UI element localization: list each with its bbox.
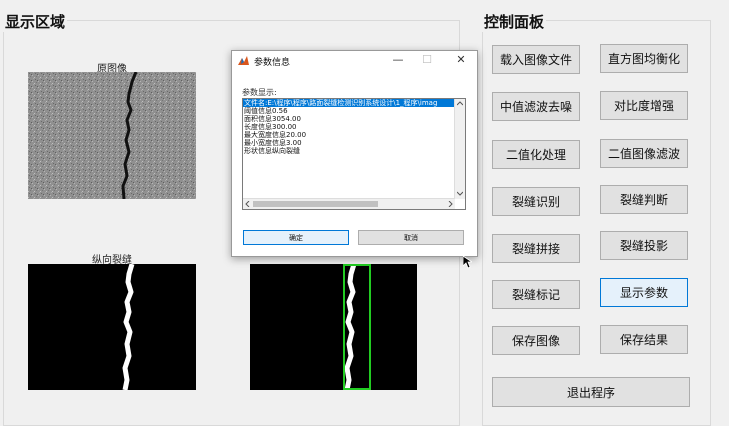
vertical-scrollbar[interactable] xyxy=(454,99,465,199)
save-result-button[interactable]: 保存结果 xyxy=(600,325,688,354)
mouse-cursor-icon xyxy=(463,256,472,269)
binarize-button[interactable]: 二值化处理 xyxy=(492,140,580,169)
dialog-title: 参数信息 xyxy=(254,58,291,68)
list-item[interactable]: 最大宽度信息20.00 xyxy=(243,131,465,139)
exit-button[interactable]: 退出程序 xyxy=(492,377,690,407)
minimize-icon[interactable]: — xyxy=(388,53,408,69)
original-image xyxy=(28,72,196,199)
matlab-icon xyxy=(238,56,249,65)
histogram-equalization-button[interactable]: 直方图均衡化 xyxy=(600,44,688,73)
scroll-down-icon[interactable] xyxy=(457,191,463,196)
crack-stitch-button[interactable]: 裂缝拼接 xyxy=(492,234,580,263)
crack-judge-button[interactable]: 裂缝判断 xyxy=(600,185,688,214)
scroll-up-icon[interactable] xyxy=(457,101,463,106)
cancel-button[interactable]: 取消 xyxy=(358,230,464,245)
marked-crack-image xyxy=(250,264,417,390)
horizontal-scrollbar[interactable] xyxy=(243,198,455,209)
list-item[interactable]: 形状信息纵向裂缝 xyxy=(243,147,465,155)
list-item[interactable]: 面积信息3054.00 xyxy=(243,115,465,123)
params-listbox[interactable]: 文件名:E:\程序\程序\路面裂缝检测识别系统设计\1_程序\imag 阈值信息… xyxy=(242,98,466,210)
ok-button[interactable]: 确定 xyxy=(243,230,349,245)
longitudinal-crack-image xyxy=(28,264,196,390)
control-panel-frame xyxy=(482,20,711,426)
display-area-title: 显示区域 xyxy=(3,11,68,32)
list-item[interactable]: 阈值信息0.56 xyxy=(243,107,465,115)
crack-mark-button[interactable]: 裂缝标记 xyxy=(492,280,580,309)
scroll-left-icon[interactable] xyxy=(245,201,250,207)
close-icon[interactable]: ✕ xyxy=(451,53,471,69)
dialog-titlebar[interactable]: 参数信息 — ☐ ✕ xyxy=(232,51,477,73)
median-filter-button[interactable]: 中值滤波去噪 xyxy=(492,92,580,121)
maximize-icon[interactable]: ☐ xyxy=(417,53,437,69)
params-label: 参数显示: xyxy=(242,88,277,97)
show-params-button[interactable]: 显示参数 xyxy=(600,278,688,307)
crack-projection-button[interactable]: 裂缝投影 xyxy=(600,231,688,260)
list-item[interactable]: 最小宽度信息3.00 xyxy=(243,139,465,147)
list-item[interactable]: 文件名:E:\程序\程序\路面裂缝检测识别系统设计\1_程序\imag xyxy=(243,99,465,107)
param-dialog: 参数信息 — ☐ ✕ 参数显示: 文件名:E:\程序\程序\路面裂缝检测识别系统… xyxy=(231,50,478,257)
list-item[interactable]: 长度信息300.00 xyxy=(243,123,465,131)
binary-filter-button[interactable]: 二值图像滤波 xyxy=(600,139,688,168)
control-panel-title: 控制面板 xyxy=(482,11,547,32)
load-image-button[interactable]: 载入图像文件 xyxy=(492,45,580,74)
crack-identify-button[interactable]: 裂缝识别 xyxy=(492,187,580,216)
scroll-right-icon[interactable] xyxy=(448,201,453,207)
contrast-enhance-button[interactable]: 对比度增强 xyxy=(600,91,688,120)
save-image-button[interactable]: 保存图像 xyxy=(492,326,580,355)
scroll-thumb[interactable] xyxy=(253,201,378,207)
